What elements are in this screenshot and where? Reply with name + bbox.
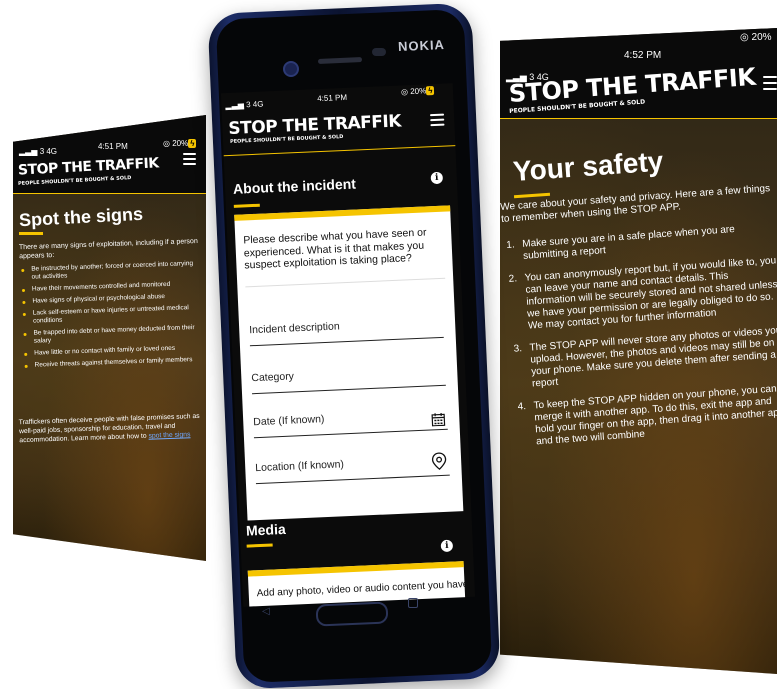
- category-field[interactable]: Category: [251, 364, 446, 394]
- left-page-title: Spot the signs: [19, 204, 144, 231]
- left-status-time: 4:51 PM: [98, 142, 128, 151]
- incident-prompt-text: Please describe what you have seen or ex…: [243, 226, 444, 272]
- left-title-underline: [19, 232, 43, 235]
- media-prompt-text: Add any photo, video or audio content yo…: [257, 579, 467, 599]
- right-intro-text: We care about your safety and privacy. H…: [500, 183, 773, 226]
- back-nav-icon[interactable]: ◁: [262, 606, 270, 617]
- center-screen-report: ▂▃▅ 3 4G 4:51 PM ◎ 20%ϟ STOP THE TRAFFIK…: [221, 83, 475, 607]
- about-incident-title: About the incident: [233, 176, 356, 197]
- left-footer-text: Traffickers often deceive people with fa…: [19, 412, 204, 445]
- left-status-battery: ◎ 20%ϟ: [163, 139, 196, 148]
- left-intro-text: There are many signs of exploitation, in…: [19, 237, 204, 261]
- left-header-divider: [13, 193, 206, 194]
- about-title-underline: [234, 204, 260, 208]
- right-status-time: 4:52 PM: [624, 50, 661, 61]
- center-header-divider: [224, 145, 456, 156]
- list-item: Receive threats against themselves or fa…: [21, 356, 201, 370]
- list-item: Lack self-esteem or have injuries or unt…: [19, 304, 199, 326]
- incident-form-card: Please describe what you have seen or ex…: [234, 205, 463, 520]
- media-title-underline: [247, 543, 273, 547]
- location-pin-icon[interactable]: [431, 452, 448, 471]
- right-header-divider: [500, 118, 777, 119]
- recent-apps-icon[interactable]: [408, 598, 418, 608]
- prompt-divider: [245, 278, 445, 288]
- center-menu-icon[interactable]: [430, 114, 445, 127]
- media-title: Media: [246, 521, 286, 539]
- sensor-icon: [372, 48, 386, 56]
- incident-description-field[interactable]: Incident description: [249, 316, 444, 346]
- calendar-icon[interactable]: [431, 412, 446, 427]
- right-status-battery: ◎ 20%: [740, 32, 772, 43]
- left-signs-list: Be instructed by another; forced or coer…: [17, 260, 201, 374]
- media-info-icon[interactable]: i: [441, 540, 454, 553]
- list-item: 4.To keep the STOP APP hidden on your ph…: [517, 383, 777, 450]
- center-status-time: 4:51 PM: [317, 93, 347, 103]
- phone-brand-logo: NOKIA: [398, 37, 446, 54]
- right-menu-icon[interactable]: [763, 76, 777, 90]
- front-camera-icon: [283, 61, 299, 77]
- right-title-underline: [514, 193, 550, 199]
- list-item: 2.You can anonymously report but, if you…: [508, 255, 777, 334]
- right-safety-list: 1.Make sure you are in a safe place when…: [506, 221, 777, 459]
- left-screen-spot-the-signs: ▂▃▅ 3 4G 4:51 PM ◎ 20%ϟ STOP THE TRAFFIK…: [13, 115, 206, 561]
- left-menu-icon[interactable]: [183, 153, 196, 165]
- location-field[interactable]: Location (If known): [255, 454, 450, 484]
- list-item: Be trapped into debt or have money deduc…: [19, 324, 199, 346]
- home-button[interactable]: [316, 601, 389, 626]
- center-status-battery: ◎ 20%ϟ: [401, 86, 435, 96]
- right-screen-your-safety: ▂▃▅ 3 4G 4:52 PM ◎ 20% STOP THE TRAFFIK …: [500, 28, 777, 674]
- spot-the-signs-link[interactable]: spot the signs: [148, 431, 190, 439]
- center-status-carrier: ▂▃▅ 3 4G: [225, 99, 263, 110]
- list-item: Be instructed by another; forced or coer…: [17, 260, 197, 282]
- list-item: 3.The STOP APP will never store any phot…: [513, 325, 777, 392]
- right-page-title: Your safety: [512, 146, 664, 188]
- about-info-icon[interactable]: i: [431, 172, 444, 185]
- left-status-carrier: ▂▃▅ 3 4G: [19, 147, 57, 156]
- date-field[interactable]: Date (If known): [253, 408, 448, 438]
